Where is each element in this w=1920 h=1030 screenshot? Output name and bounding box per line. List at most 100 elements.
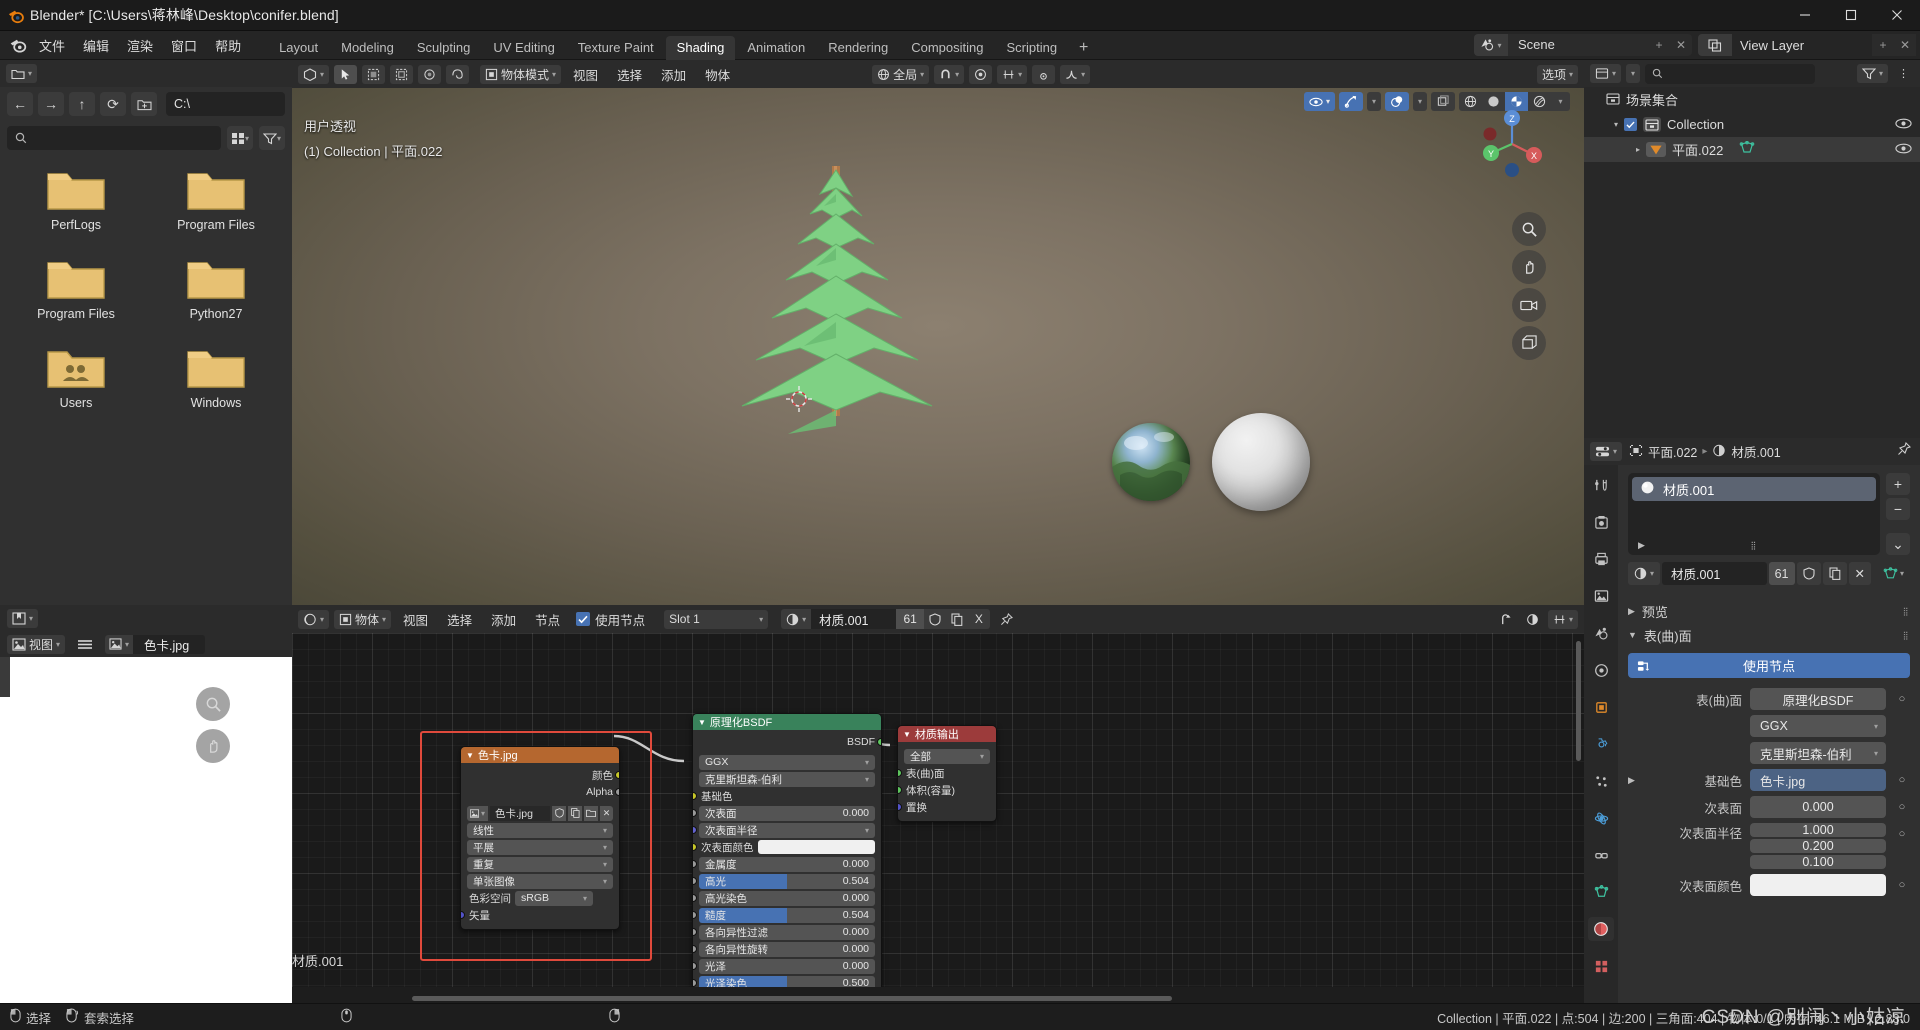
pan-gizmo[interactable] — [196, 729, 230, 763]
shading-dropdown-button[interactable]: ▾ — [1551, 92, 1570, 111]
tab-world[interactable] — [1588, 658, 1614, 682]
prop-value-subsurface-method[interactable]: 克里斯坦森-伯利 ▾ — [1750, 742, 1886, 764]
visibility-toggle-button[interactable]: ▾ — [1303, 92, 1335, 111]
refresh-button[interactable]: ⟳ — [100, 92, 126, 116]
socket-specular[interactable] — [693, 877, 697, 885]
node-input-anisotropic[interactable]: 各向异性过滤 0.000 — [693, 924, 875, 940]
prop-value-base-color[interactable]: 色卡.jpg — [1750, 769, 1886, 791]
viewport-editor-type-button[interactable]: ▾ — [298, 64, 330, 84]
transform-orientation-selector[interactable]: 全局 ▾ — [872, 64, 930, 84]
menu-window[interactable]: 窗口 — [162, 33, 206, 58]
proportional-node-button[interactable] — [1521, 610, 1544, 629]
display-mode-button[interactable]: ▾ — [227, 126, 253, 150]
tab-rendering[interactable]: Rendering — [817, 36, 899, 60]
mesh-data-icon[interactable]: ▾ — [1877, 562, 1910, 585]
animate-property-icon[interactable]: ○ — [1894, 796, 1910, 818]
node-interpolation-row[interactable]: 线性 ▾ — [467, 822, 613, 838]
select-mode-face-button[interactable] — [418, 64, 442, 84]
zoom-viewport-button[interactable] — [1512, 212, 1546, 246]
node-input-specular-tint[interactable]: 高光染色 0.000 — [693, 890, 875, 906]
zoom-gizmo[interactable] — [196, 687, 230, 721]
tab-output[interactable] — [1588, 547, 1614, 571]
panel-grip[interactable]: ⣿ — [1903, 607, 1910, 616]
material-name-field[interactable]: 材质.001 — [811, 609, 897, 629]
viewport-menu-add[interactable]: 添加 — [654, 65, 693, 84]
color-swatch[interactable] — [757, 840, 875, 854]
animate-property-icon[interactable]: ○ — [1894, 688, 1910, 710]
node-input-subsurface-radius[interactable]: 次表面半径 ▾ — [693, 822, 875, 838]
socket-displacement[interactable] — [898, 803, 902, 811]
maximize-button[interactable] — [1828, 0, 1874, 31]
menu-render[interactable]: 渲染 — [118, 33, 162, 58]
file-item[interactable]: Windows — [151, 343, 281, 410]
node-input-subsurface[interactable]: 次表面 0.000 — [693, 805, 875, 821]
material-slot-item[interactable]: 材质.001 — [1632, 477, 1876, 501]
expand-triangle-icon[interactable]: ▸ — [1636, 145, 1640, 154]
node-input-displacement[interactable]: 置换 — [898, 799, 990, 815]
minimize-button[interactable] — [1782, 0, 1828, 31]
outliner-row-object-plane[interactable]: ▸ 平面.022 — [1584, 137, 1920, 162]
node-canvas-scrollbar-vertical[interactable] — [1576, 641, 1581, 761]
use-nodes-checkbox-group[interactable]: 使用节点 — [576, 610, 645, 629]
file-item[interactable]: PerfLogs — [11, 165, 141, 232]
toggle-ortho-perspective-button[interactable] — [1512, 326, 1546, 360]
shader-menu-node[interactable]: 节点 — [528, 610, 567, 629]
shader-node-canvas[interactable]: ▼ 色卡.jpg 颜色 Alpha ▾ 色卡.jpg ✕ 线性 ▾ 平展 ▾ 重… — [292, 633, 1584, 987]
unlink-material-button[interactable]: X — [967, 609, 990, 629]
outliner-more-button[interactable]: ⋮ — [1893, 64, 1914, 83]
node-input-base-color[interactable]: 基础色 — [693, 788, 875, 804]
tab-animation[interactable]: Animation — [736, 36, 816, 60]
use-nodes-checkbox[interactable] — [576, 612, 591, 626]
unlink-material-button[interactable]: ✕ — [1848, 562, 1871, 585]
snap-magnet-button[interactable]: ▾ — [934, 64, 965, 84]
snap-target-button[interactable]: ▾ — [997, 64, 1028, 84]
unlink-scene-button[interactable]: ✕ — [1670, 34, 1692, 56]
visibility-eye-icon[interactable] — [1895, 142, 1912, 158]
object-mode-selector[interactable]: 物体模式 ▾ — [480, 64, 562, 84]
add-material-slot-button[interactable]: + — [1886, 473, 1910, 495]
socket-bsdf[interactable] — [877, 738, 881, 746]
socket-roughness[interactable] — [693, 911, 697, 919]
image-datablock-icon[interactable]: ▾ — [467, 805, 489, 821]
camera-view-button[interactable] — [1512, 288, 1546, 322]
menu-edit[interactable]: 编辑 — [74, 33, 118, 58]
tab-material[interactable] — [1588, 917, 1614, 941]
node-header[interactable]: ▼ 原理化BSDF — [693, 714, 881, 730]
tab-object[interactable] — [1588, 695, 1614, 719]
shader-menu-add[interactable]: 添加 — [484, 610, 523, 629]
tab-texture-paint[interactable]: Texture Paint — [567, 36, 665, 60]
expand-triangle-icon[interactable]: ▾ — [1614, 120, 1618, 129]
fake-user-icon[interactable] — [552, 805, 566, 821]
breadcrumb-object-name[interactable]: 平面.022 — [1648, 442, 1697, 461]
animate-property-icon[interactable]: ○ — [1894, 823, 1910, 845]
image-display-mode-button[interactable]: 视图 ▾ — [7, 634, 66, 654]
copy-material-icon[interactable] — [945, 609, 968, 629]
browse-material-button[interactable]: ▾ — [1628, 562, 1661, 585]
tab-modifiers[interactable] — [1588, 732, 1614, 756]
pin-icon[interactable] — [1897, 441, 1912, 461]
outliner-row-collection[interactable]: ▾ Collection — [1584, 112, 1920, 137]
node-source-row[interactable]: 单张图像 ▾ — [467, 873, 613, 889]
select-tool-button[interactable] — [334, 64, 358, 84]
tab-sculpting[interactable]: Sculpting — [406, 36, 481, 60]
node-input-specular[interactable]: 高光 0.504 — [693, 873, 875, 889]
socket-alpha[interactable] — [615, 788, 619, 796]
image-menu-button[interactable] — [72, 635, 98, 654]
new-material-copy-button[interactable] — [1822, 562, 1847, 585]
pan-viewport-button[interactable] — [1512, 250, 1546, 284]
node-image-texture[interactable]: ▼ 色卡.jpg 颜色 Alpha ▾ 色卡.jpg ✕ 线性 ▾ 平展 ▾ 重… — [460, 746, 620, 930]
use-nodes-button[interactable]: 使用节点 — [1628, 653, 1910, 678]
visibility-eye-icon[interactable] — [1895, 117, 1912, 133]
viewport-menu-view[interactable]: 视图 — [566, 65, 605, 84]
socket-anisotropic[interactable] — [693, 928, 697, 936]
tab-view-layer[interactable] — [1588, 584, 1614, 608]
select-mode-vertex-button[interactable] — [362, 64, 386, 84]
socket-subsurface[interactable] — [693, 809, 697, 817]
socket-metallic[interactable] — [693, 860, 697, 868]
node-colorspace-row[interactable]: 色彩空间 sRGB ▾ — [467, 890, 613, 906]
file-item[interactable]: Program Files — [11, 254, 141, 321]
node-projection-row[interactable]: 平展 ▾ — [467, 839, 613, 855]
viewport-3d-canvas[interactable]: 用户透视 (1) Collection | 平面.022 ▾ ▾ ▾ ▾ Z X… — [292, 88, 1584, 605]
socket-surface[interactable] — [898, 769, 902, 777]
fake-user-button[interactable] — [1796, 562, 1821, 585]
